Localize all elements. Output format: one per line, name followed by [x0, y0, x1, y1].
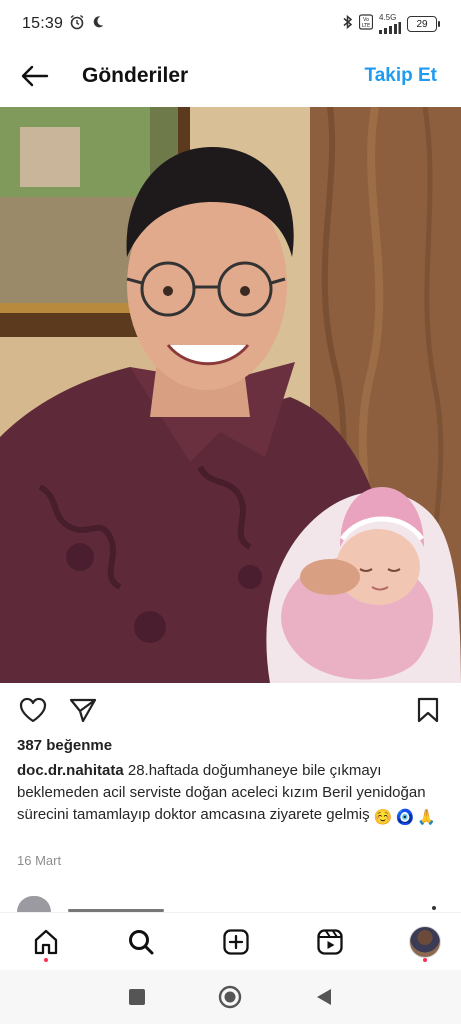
svg-text:LTE: LTE [362, 23, 370, 29]
page-title: Gönderiler [82, 64, 189, 87]
create-icon [222, 928, 249, 955]
network-label: 4.5G [379, 13, 397, 22]
nav-profile[interactable] [407, 920, 443, 964]
next-username[interactable] [68, 904, 168, 912]
status-left: 15:39 [22, 14, 105, 35]
recents-icon [128, 989, 145, 1005]
notification-dot [44, 957, 48, 962]
profile-avatar [409, 925, 441, 958]
volte-icon: Vo LTE [358, 13, 374, 35]
nav-search[interactable] [123, 920, 159, 964]
next-avatar[interactable] [17, 896, 51, 912]
more-icon[interactable] [432, 906, 436, 910]
nav-reels[interactable] [312, 920, 348, 964]
nav-create[interactable] [218, 920, 254, 964]
battery-icon: 29 [407, 16, 440, 32]
post-actions [0, 690, 461, 730]
bookmark-icon [417, 697, 439, 723]
signal-icon: 4.5G [379, 14, 401, 34]
nav-home[interactable] [28, 920, 64, 964]
post-photo[interactable] [0, 107, 461, 683]
arrow-left-icon [21, 65, 49, 87]
pray-emoji: 🙏 [417, 809, 436, 826]
header: Gönderiler Takip Et [0, 48, 461, 104]
post-caption: doc.dr.nahitata 28.haftada doğumhaneye b… [17, 760, 445, 829]
save-button[interactable] [411, 693, 445, 727]
share-button[interactable] [66, 693, 100, 727]
home-circle-icon [219, 985, 242, 1009]
back-triangle-icon [317, 989, 332, 1005]
status-time: 15:39 [22, 15, 64, 32]
send-icon [69, 698, 97, 723]
recents-button[interactable] [122, 982, 152, 1012]
bluetooth-icon [343, 14, 353, 35]
smile-emoji: ☺️ [373, 809, 393, 826]
home-icon [34, 929, 58, 954]
status-right: Vo LTE 4.5G 29 [343, 13, 440, 35]
like-button[interactable] [16, 693, 50, 727]
caption-username[interactable]: doc.dr.nahitata [17, 762, 124, 779]
caption-emojis: ☺️ 🧿 🙏 [374, 807, 436, 829]
status-bar: 15:39 Vo LTE 4.5G 29 [0, 0, 461, 48]
alarm-icon [69, 14, 85, 35]
search-icon [128, 929, 154, 954]
bottom-nav [0, 912, 461, 970]
follow-button[interactable]: Takip Et [365, 65, 438, 87]
back-button[interactable] [16, 58, 52, 94]
heart-icon [19, 697, 47, 723]
moon-icon [91, 15, 105, 34]
post-photo-illustration [0, 107, 461, 683]
notification-dot [423, 957, 427, 962]
reels-icon [317, 928, 343, 955]
back-system-button[interactable] [309, 982, 339, 1012]
evil-eye-emoji: 🧿 [395, 809, 415, 826]
home-system-button[interactable] [215, 982, 245, 1012]
system-nav [0, 970, 461, 1024]
post-date: 16 Mart [17, 853, 62, 868]
like-count[interactable]: 387 beğenme [17, 737, 112, 754]
